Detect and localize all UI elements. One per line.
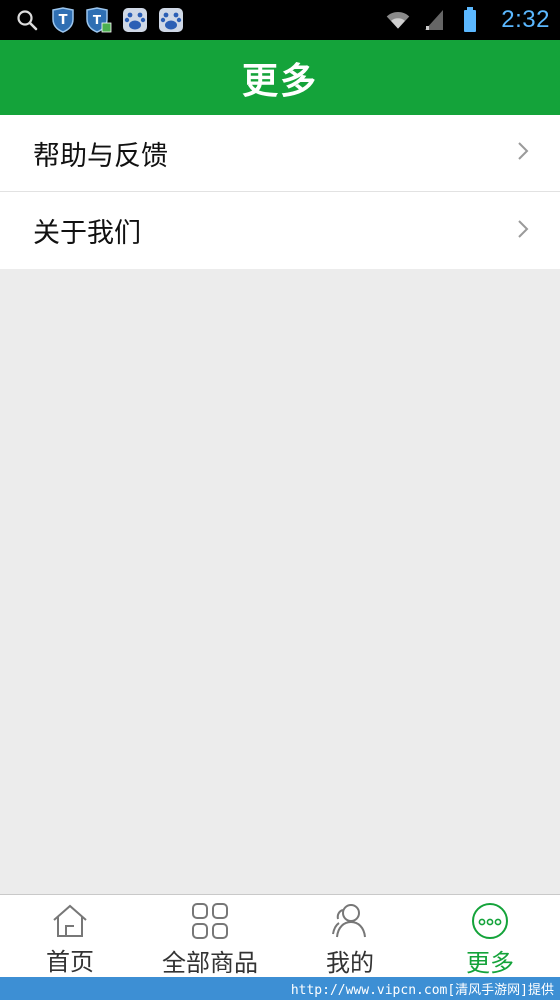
- page-header: 更多: [0, 40, 560, 115]
- tab-mine[interactable]: 我的: [280, 895, 420, 977]
- chevron-right-icon: [516, 141, 530, 165]
- signal-icon: [421, 7, 447, 33]
- tab-label: 更多: [466, 949, 514, 977]
- status-time: 2:32: [501, 6, 550, 33]
- tab-home[interactable]: 首页: [0, 895, 140, 977]
- grid-icon: [189, 901, 231, 941]
- shield-t-grid-icon: T: [86, 7, 112, 33]
- menu-item-label: 帮助与反馈: [33, 140, 168, 172]
- page-title: 更多: [241, 60, 318, 102]
- status-notifications: T T: [14, 7, 184, 33]
- svg-text:T: T: [93, 13, 102, 27]
- search-icon: [14, 7, 40, 33]
- tab-more[interactable]: 更多: [420, 895, 560, 977]
- more-menu-list: 帮助与反馈 关于我们: [0, 115, 560, 269]
- user-icon: [329, 901, 371, 941]
- bottom-tab-bar: 首页 全部商品 我的 更多: [0, 894, 560, 977]
- status-system: 2:32: [385, 6, 550, 34]
- status-bar: T T 2:32: [0, 0, 560, 40]
- tab-label: 全部商品: [162, 949, 258, 977]
- home-icon: [49, 901, 91, 940]
- baidu-paw-icon: [158, 7, 184, 33]
- tab-all-products[interactable]: 全部商品: [140, 895, 280, 977]
- menu-item-label: 关于我们: [33, 218, 141, 249]
- wifi-icon: [385, 7, 411, 33]
- watermark-banner: http://www.vipcn.com[清风手游网]提供: [0, 977, 560, 1000]
- more-icon: [469, 901, 511, 941]
- baidu-paw-icon: [122, 7, 148, 33]
- menu-item-about-us[interactable]: 关于我们: [0, 192, 560, 269]
- watermark-text: http://www.vipcn.com[清风手游网]提供: [290, 983, 554, 998]
- shield-t-icon: T: [50, 7, 76, 33]
- svg-text:T: T: [59, 13, 68, 28]
- chevron-right-icon: [516, 219, 530, 243]
- menu-item-help-feedback[interactable]: 帮助与反馈: [0, 115, 560, 192]
- battery-icon: [457, 7, 483, 33]
- tab-label: 首页: [46, 948, 94, 976]
- tab-label: 我的: [326, 949, 374, 977]
